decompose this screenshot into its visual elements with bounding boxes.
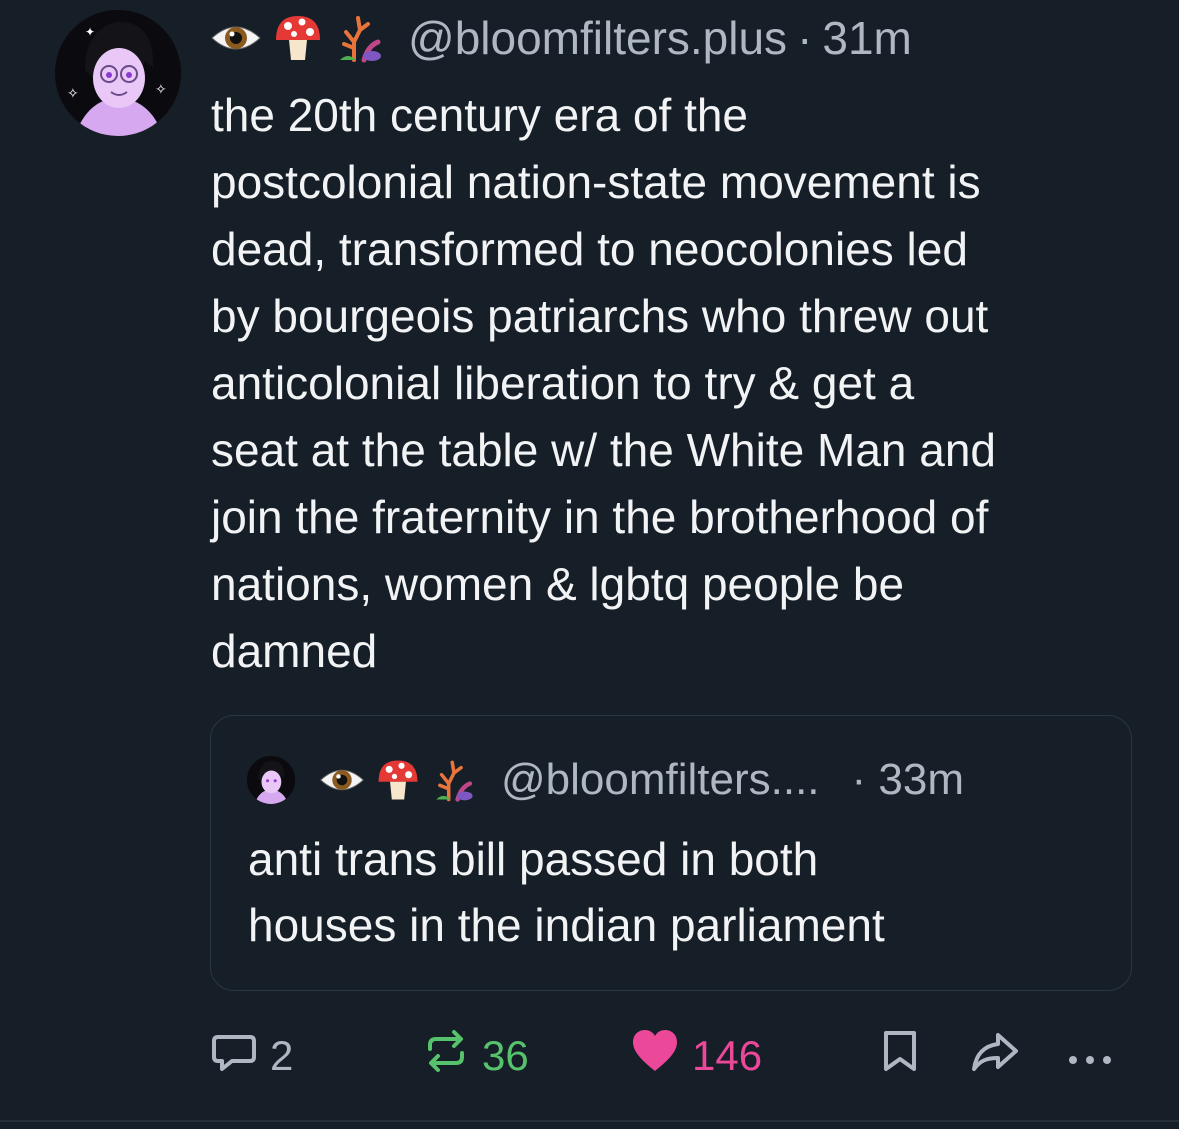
author-handle[interactable]: @bloomfilters.plus	[408, 11, 787, 65]
post: ✧ ✧ ✦ @bloomfilters.plus · 31m the 20th …	[0, 0, 1179, 1129]
repost-count: 36	[482, 1032, 529, 1079]
post-timestamp[interactable]: 31m	[822, 11, 911, 65]
coral-emoji-icon	[334, 12, 386, 64]
quoted-author-avatar[interactable]	[247, 756, 295, 804]
repost-icon	[422, 1027, 470, 1085]
svg-text:✦: ✦	[85, 25, 95, 39]
more-options-button[interactable]	[1065, 1028, 1115, 1084]
reply-count: 2	[270, 1032, 294, 1079]
quoted-post-timestamp[interactable]: · 33m	[852, 755, 964, 805]
repost-button[interactable]: 36	[422, 1028, 529, 1084]
like-button[interactable]: 146	[630, 1028, 762, 1084]
post-header: @bloomfilters.plus · 31m	[210, 8, 912, 68]
quoted-post[interactable]: @bloomfilters.... · 33m anti trans bill …	[210, 715, 1132, 991]
share-button[interactable]	[970, 1028, 1022, 1084]
eye-emoji-icon	[210, 12, 262, 64]
bookmark-button[interactable]	[880, 1028, 920, 1084]
svg-text:✧: ✧	[155, 82, 167, 98]
reply-icon	[210, 1027, 258, 1085]
bookmark-icon	[880, 1027, 920, 1085]
author-avatar[interactable]: ✧ ✧ ✦	[55, 10, 181, 136]
heart-icon	[630, 1027, 680, 1085]
coral-emoji-icon	[431, 757, 477, 803]
quoted-author-handle[interactable]: @bloomfilters....	[501, 755, 820, 805]
like-count: 146	[692, 1032, 763, 1079]
post-actions-bar: 2 36 146	[210, 1028, 1130, 1084]
mushroom-emoji-icon	[272, 12, 324, 64]
eye-emoji-icon	[319, 757, 365, 803]
share-icon	[970, 1027, 1022, 1085]
quoted-post-text: anti trans bill passed in both houses in…	[248, 833, 885, 951]
quoted-post-header: @bloomfilters.... · 33m	[247, 752, 964, 808]
more-icon	[1065, 1032, 1115, 1080]
mushroom-emoji-icon	[375, 757, 421, 803]
reply-button[interactable]: 2	[210, 1028, 293, 1084]
header-separator: ·	[797, 12, 813, 64]
post-text: the 20th century era of the postcolonial…	[211, 89, 997, 677]
svg-text:✧: ✧	[67, 86, 79, 102]
post-divider	[0, 1120, 1179, 1122]
